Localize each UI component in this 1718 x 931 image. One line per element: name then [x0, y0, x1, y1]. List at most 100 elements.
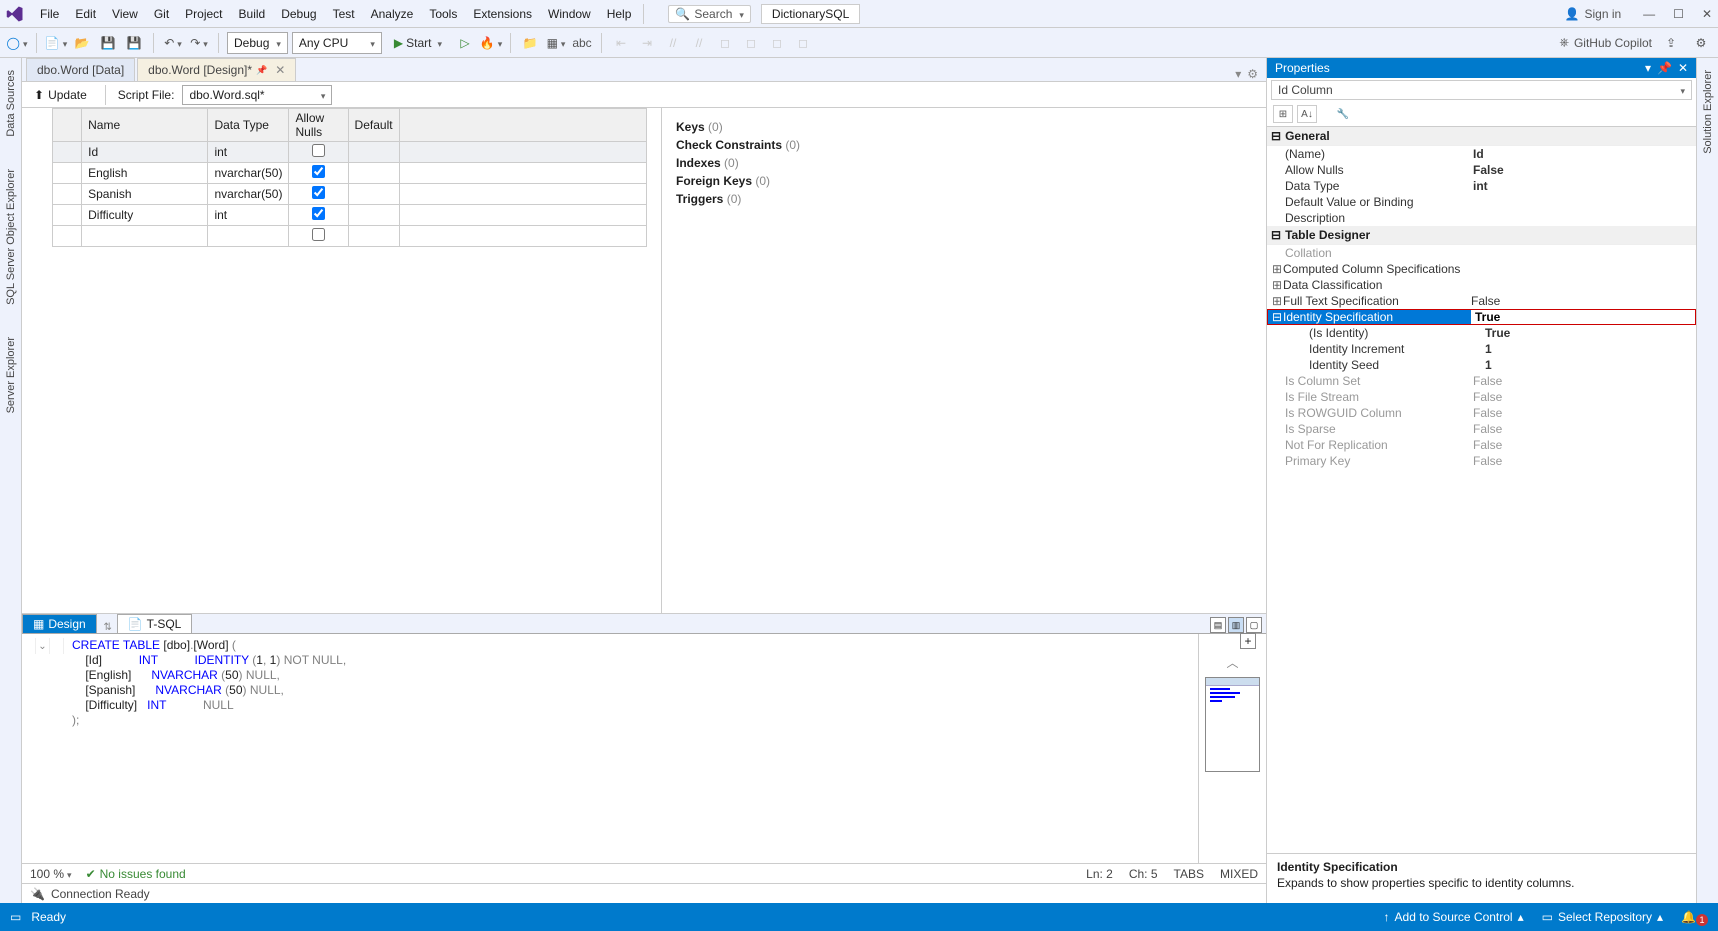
expand-icon[interactable]: ⊞ — [1271, 294, 1283, 308]
dropdown-icon[interactable]: ▾ — [1645, 61, 1651, 75]
sql-minimap[interactable]: + ︿ — [1198, 634, 1266, 863]
pin-icon[interactable]: 📌 — [1657, 61, 1672, 75]
table-row-new[interactable] — [53, 226, 647, 247]
menu-test[interactable]: Test — [325, 3, 363, 25]
col-header-default[interactable]: Default — [348, 109, 399, 142]
start-nodebug-button[interactable]: ▷ — [454, 32, 476, 54]
prop-allow-nulls[interactable]: Allow NullsFalse — [1267, 162, 1696, 178]
menu-tools[interactable]: Tools — [421, 3, 465, 25]
wrench-button[interactable]: 🔧 — [1333, 105, 1353, 123]
close-panel-icon[interactable]: ✕ — [1678, 61, 1688, 75]
tab-solution-explorer[interactable]: Solution Explorer — [1700, 64, 1716, 160]
view-split-h-button[interactable]: ▤ — [1210, 617, 1226, 633]
overview-checks[interactable]: Check Constraints (0) — [676, 136, 1252, 154]
menu-view[interactable]: View — [104, 3, 146, 25]
output-icon[interactable]: ▭ — [10, 910, 21, 924]
undo-button[interactable]: ↶ — [162, 32, 184, 54]
properties-titlebar[interactable]: Properties ▾📌✕ — [1267, 58, 1696, 78]
redo-button[interactable]: ↷ — [188, 32, 210, 54]
category-table-designer[interactable]: ⊟Table Designer — [1267, 226, 1696, 245]
abc-button[interactable]: abc — [571, 32, 593, 54]
tab-server-explorer[interactable]: Server Explorer — [3, 331, 19, 419]
prop-description[interactable]: Description — [1267, 210, 1696, 226]
overview-keys[interactable]: Keys (0) — [676, 118, 1252, 136]
alphabetical-button[interactable]: A↓ — [1297, 105, 1317, 123]
copilot-button[interactable]: ⎈GitHub Copilot — [1559, 35, 1652, 50]
pin-icon[interactable]: 📌 — [256, 65, 267, 76]
overview-indexes[interactable]: Indexes (0) — [676, 154, 1252, 172]
prop-full-text-spec[interactable]: ⊞Full Text SpecificationFalse — [1267, 293, 1696, 309]
zoom-dropdown[interactable]: 100 % — [30, 867, 72, 881]
start-debug-button[interactable]: ▶Start — [386, 35, 450, 51]
close-tab-icon[interactable]: ✕ — [275, 63, 285, 77]
properties-subject-dropdown[interactable]: Id Column — [1271, 80, 1692, 100]
platform-dropdown[interactable]: Any CPU — [292, 32, 382, 54]
sql-editor[interactable]: ⌄ CREATE TABLE [dbo].[Word] ( [Id] INT I… — [22, 634, 1198, 863]
table-row[interactable]: Spanishnvarchar(50) — [53, 184, 647, 205]
hot-reload-button[interactable]: 🔥 — [480, 32, 502, 54]
prop-is-rowguid[interactable]: Is ROWGUID ColumnFalse — [1267, 405, 1696, 421]
prop-is-identity[interactable]: (Is Identity)True — [1267, 325, 1696, 341]
overview-fks[interactable]: Foreign Keys (0) — [676, 172, 1252, 190]
new-project-button[interactable]: 📄 — [45, 32, 67, 54]
prop-not-for-replication[interactable]: Not For ReplicationFalse — [1267, 437, 1696, 453]
signin-link[interactable]: 👤Sign in — [1565, 7, 1622, 21]
table-row[interactable]: Idint — [53, 142, 647, 163]
prop-data-type[interactable]: Data Typeint — [1267, 178, 1696, 194]
settings-admin-button[interactable]: ⚙ — [1690, 32, 1712, 54]
menu-help[interactable]: Help — [599, 3, 640, 25]
save-button[interactable]: 💾 — [97, 32, 119, 54]
menu-extensions[interactable]: Extensions — [465, 3, 540, 25]
prop-identity-spec[interactable]: ⊟Identity SpecificationTrue — [1267, 309, 1696, 325]
overview-triggers[interactable]: Triggers (0) — [676, 190, 1252, 208]
layout-button[interactable]: ▦ — [545, 32, 567, 54]
expand-icon[interactable]: ⊞ — [1271, 262, 1283, 276]
categorized-button[interactable]: ⊞ — [1273, 105, 1293, 123]
bookmark2-button[interactable]: ◻ — [740, 32, 762, 54]
prop-primary-key[interactable]: Primary KeyFalse — [1267, 453, 1696, 469]
sql-chevron-icon[interactable]: ︿ — [1199, 654, 1266, 671]
tab-sql-server-object-explorer[interactable]: SQL Server Object Explorer — [3, 163, 19, 311]
minimize-button[interactable]: — — [1643, 7, 1655, 21]
category-general[interactable]: ⊟General — [1267, 127, 1696, 146]
prop-is-column-set[interactable]: Is Column SetFalse — [1267, 373, 1696, 389]
prop-is-sparse[interactable]: Is SparseFalse — [1267, 421, 1696, 437]
bookmark1-button[interactable]: ◻ — [714, 32, 736, 54]
close-button[interactable]: ✕ — [1702, 7, 1712, 21]
table-row[interactable]: Difficultyint — [53, 205, 647, 226]
nulls-checkbox-new[interactable] — [312, 228, 325, 241]
sql-tab-design[interactable]: ▦Design — [22, 614, 97, 633]
prop-default-binding[interactable]: Default Value or Binding — [1267, 194, 1696, 210]
menu-file[interactable]: File — [32, 3, 67, 25]
open-button[interactable]: 📂 — [71, 32, 93, 54]
comment-button[interactable]: // — [662, 32, 684, 54]
notifications-button[interactable]: 🔔1 — [1681, 908, 1708, 926]
maximize-button[interactable]: ☐ — [1673, 7, 1684, 21]
doctab-design[interactable]: dbo.Word [Design]* 📌 ✕ — [137, 58, 296, 81]
view-full-button[interactable]: ▢ — [1246, 617, 1262, 633]
prop-is-file-stream[interactable]: Is File StreamFalse — [1267, 389, 1696, 405]
table-row[interactable]: Englishnvarchar(50) — [53, 163, 647, 184]
share-button[interactable]: ⇪ — [1660, 32, 1682, 54]
prop-collation[interactable]: Collation — [1267, 245, 1696, 261]
col-header-name[interactable]: Name — [82, 109, 208, 142]
config-dropdown[interactable]: Debug — [227, 32, 288, 54]
bookmark4-button[interactable]: ◻ — [792, 32, 814, 54]
browse-button[interactable]: 📁 — [519, 32, 541, 54]
solution-name[interactable]: DictionarySQL — [761, 4, 860, 24]
menu-analyze[interactable]: Analyze — [363, 3, 422, 25]
doctab-data[interactable]: dbo.Word [Data] — [26, 58, 135, 81]
save-all-button[interactable]: 💾 — [123, 32, 145, 54]
outdent-button[interactable]: ⇥ — [636, 32, 658, 54]
columns-grid[interactable]: Name Data Type Allow Nulls Default Idint… — [52, 108, 647, 247]
doctab-overflow-icon[interactable]: ▾ — [1235, 67, 1241, 81]
nulls-checkbox-english[interactable] — [312, 165, 325, 178]
view-split-v-button[interactable]: ▥ — [1228, 617, 1244, 633]
uncomment-button[interactable]: // — [688, 32, 710, 54]
nulls-checkbox-id[interactable] — [312, 144, 325, 157]
bookmark3-button[interactable]: ◻ — [766, 32, 788, 54]
col-header-allownulls[interactable]: Allow Nulls — [289, 109, 348, 142]
update-button[interactable]: ⬆Update — [28, 86, 93, 104]
col-header-datatype[interactable]: Data Type — [208, 109, 289, 142]
prop-identity-seed[interactable]: Identity Seed1 — [1267, 357, 1696, 373]
